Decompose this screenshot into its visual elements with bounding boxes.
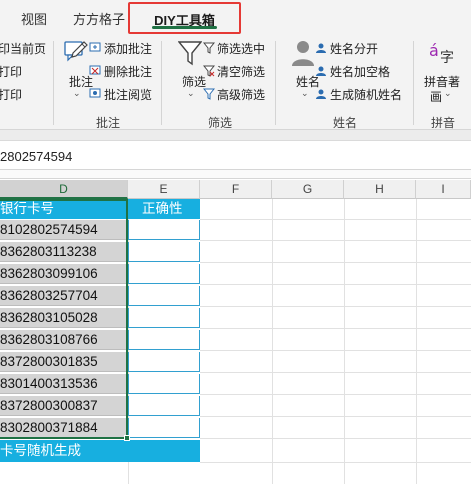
validity-cell[interactable] — [128, 330, 200, 350]
grid-line — [344, 199, 345, 484]
ribbon-bottom-strip — [0, 130, 471, 141]
formula-gap — [0, 170, 471, 179]
validity-cell[interactable] — [128, 264, 200, 284]
active-tab-underline — [152, 26, 217, 29]
column-header-i[interactable]: I — [416, 180, 471, 199]
ribbon: 印当前页 打印 打印 批注 ⌄ 添加批注 删除批注 批注阅览 批注 筛选 ⌄ 筛… — [0, 35, 471, 130]
validity-cell[interactable] — [128, 308, 200, 328]
group-separator — [413, 41, 414, 125]
validity-cell[interactable] — [128, 418, 200, 438]
pinyin-big-button-line2: 画 — [430, 90, 443, 104]
view-annotation-button[interactable]: 批注阅览 — [104, 86, 152, 103]
card-number-cell[interactable]: 8362803113238 — [0, 242, 128, 262]
delete-annotation-icon — [89, 65, 101, 75]
card-number-cell[interactable]: 8362803257704 — [0, 286, 128, 306]
grid-line — [200, 372, 471, 373]
split-name-icon — [316, 43, 326, 53]
tab-diy-toolbox[interactable]: DIY工具箱 — [128, 2, 241, 34]
name-space-icon — [316, 66, 326, 76]
grid-line — [200, 328, 471, 329]
svg-text:字: 字 — [440, 50, 454, 66]
group-separator — [161, 41, 162, 125]
column-header-g[interactable]: G — [272, 180, 344, 199]
fill-handle[interactable] — [124, 435, 130, 441]
clear-filter-button[interactable]: 清空筛选 — [217, 63, 265, 80]
column-header-f[interactable]: F — [200, 180, 272, 199]
funnel-icon — [177, 40, 203, 66]
view-annotation-icon — [89, 88, 101, 98]
grid-line — [200, 306, 471, 307]
validity-cell[interactable] — [128, 374, 200, 394]
print-button-1[interactable]: 打印 — [0, 63, 22, 80]
pinyin-icon: á 字 — [428, 38, 458, 66]
column-header-e[interactable]: E — [128, 180, 200, 199]
chevron-down-icon[interactable]: ⌄ — [73, 88, 81, 99]
validity-cell[interactable] — [128, 242, 200, 262]
print-current-page-button[interactable]: 印当前页 — [0, 40, 46, 57]
annotation-group-label: 批注 — [96, 116, 121, 130]
print-button-2[interactable]: 打印 — [0, 86, 22, 103]
annotation-pencil-icon — [64, 39, 88, 65]
group-separator — [275, 41, 276, 125]
card-number-cell[interactable]: 8372800300837 — [0, 396, 128, 416]
generate-random-name-button[interactable]: 生成随机姓名 — [330, 86, 402, 103]
grid-line — [272, 199, 273, 484]
name-add-space-button[interactable]: 姓名加空格 — [330, 63, 390, 80]
random-name-icon — [316, 89, 326, 99]
column-header-h[interactable]: H — [344, 180, 416, 199]
grid-line — [200, 219, 471, 220]
card-number-cell[interactable]: 8362803108766 — [0, 330, 128, 350]
grid-line — [200, 350, 471, 351]
footer-banner[interactable]: 卡号随机生成 — [0, 440, 200, 462]
grid-line — [200, 438, 471, 439]
card-number-cell[interactable]: 8362803105028 — [0, 308, 128, 328]
ribbon-tab-bar: 视图 方方格子 DIY工具箱 — [0, 0, 471, 35]
group-separator — [53, 41, 54, 125]
card-number-cell[interactable]: 8301400313536 — [0, 374, 128, 394]
validity-cell[interactable] — [128, 352, 200, 372]
validity-cell[interactable] — [128, 396, 200, 416]
add-annotation-icon — [89, 42, 101, 52]
cell-e-header[interactable]: 正确性 — [128, 199, 200, 219]
advanced-filter-button[interactable]: 高级筛选 — [217, 86, 265, 103]
name-group-label: 姓名 — [333, 116, 358, 130]
clear-filter-icon — [203, 65, 215, 77]
tab-fangfang[interactable]: 方方格子 — [73, 9, 125, 28]
tab-view[interactable]: 视图 — [21, 9, 47, 28]
grid-line — [200, 240, 471, 241]
svg-text:á: á — [429, 41, 439, 60]
cell-d-header[interactable]: 银行卡号 — [0, 199, 128, 219]
validity-cell[interactable] — [128, 220, 200, 240]
filter-group-label: 筛选 — [208, 116, 233, 130]
validity-cell[interactable] — [128, 286, 200, 306]
filter-selected-icon — [203, 42, 215, 54]
card-number-cell[interactable]: 8102802574594 — [0, 220, 128, 240]
add-annotation-button[interactable]: 添加批注 — [104, 40, 152, 57]
card-number-cell[interactable]: 8362803099106 — [0, 264, 128, 284]
delete-annotation-button[interactable]: 删除批注 — [104, 63, 152, 80]
split-name-button[interactable]: 姓名分开 — [330, 40, 378, 57]
grid-line — [416, 199, 417, 484]
grid-line — [200, 262, 471, 263]
chevron-down-icon[interactable]: ⌄ — [187, 88, 195, 99]
chevron-down-icon[interactable]: ⌄ — [444, 88, 452, 99]
chevron-down-icon[interactable]: ⌄ — [301, 88, 309, 99]
pinyin-group-label: 拼音 — [431, 116, 456, 130]
formula-bar-value[interactable]: 2802574594 — [0, 149, 72, 164]
grid-line — [200, 462, 471, 463]
person-icon — [290, 39, 316, 67]
grid-line — [200, 416, 471, 417]
grid-line — [200, 284, 471, 285]
card-number-cell[interactable]: 8302800371884 — [0, 418, 128, 438]
advanced-filter-icon — [203, 88, 215, 100]
card-number-cell[interactable]: 8372800301835 — [0, 352, 128, 372]
grid-line — [200, 394, 471, 395]
column-header-d[interactable]: D — [0, 180, 128, 199]
filter-selected-button[interactable]: 筛选选中 — [217, 40, 265, 57]
formula-bar[interactable]: 2802574594 — [0, 142, 471, 170]
